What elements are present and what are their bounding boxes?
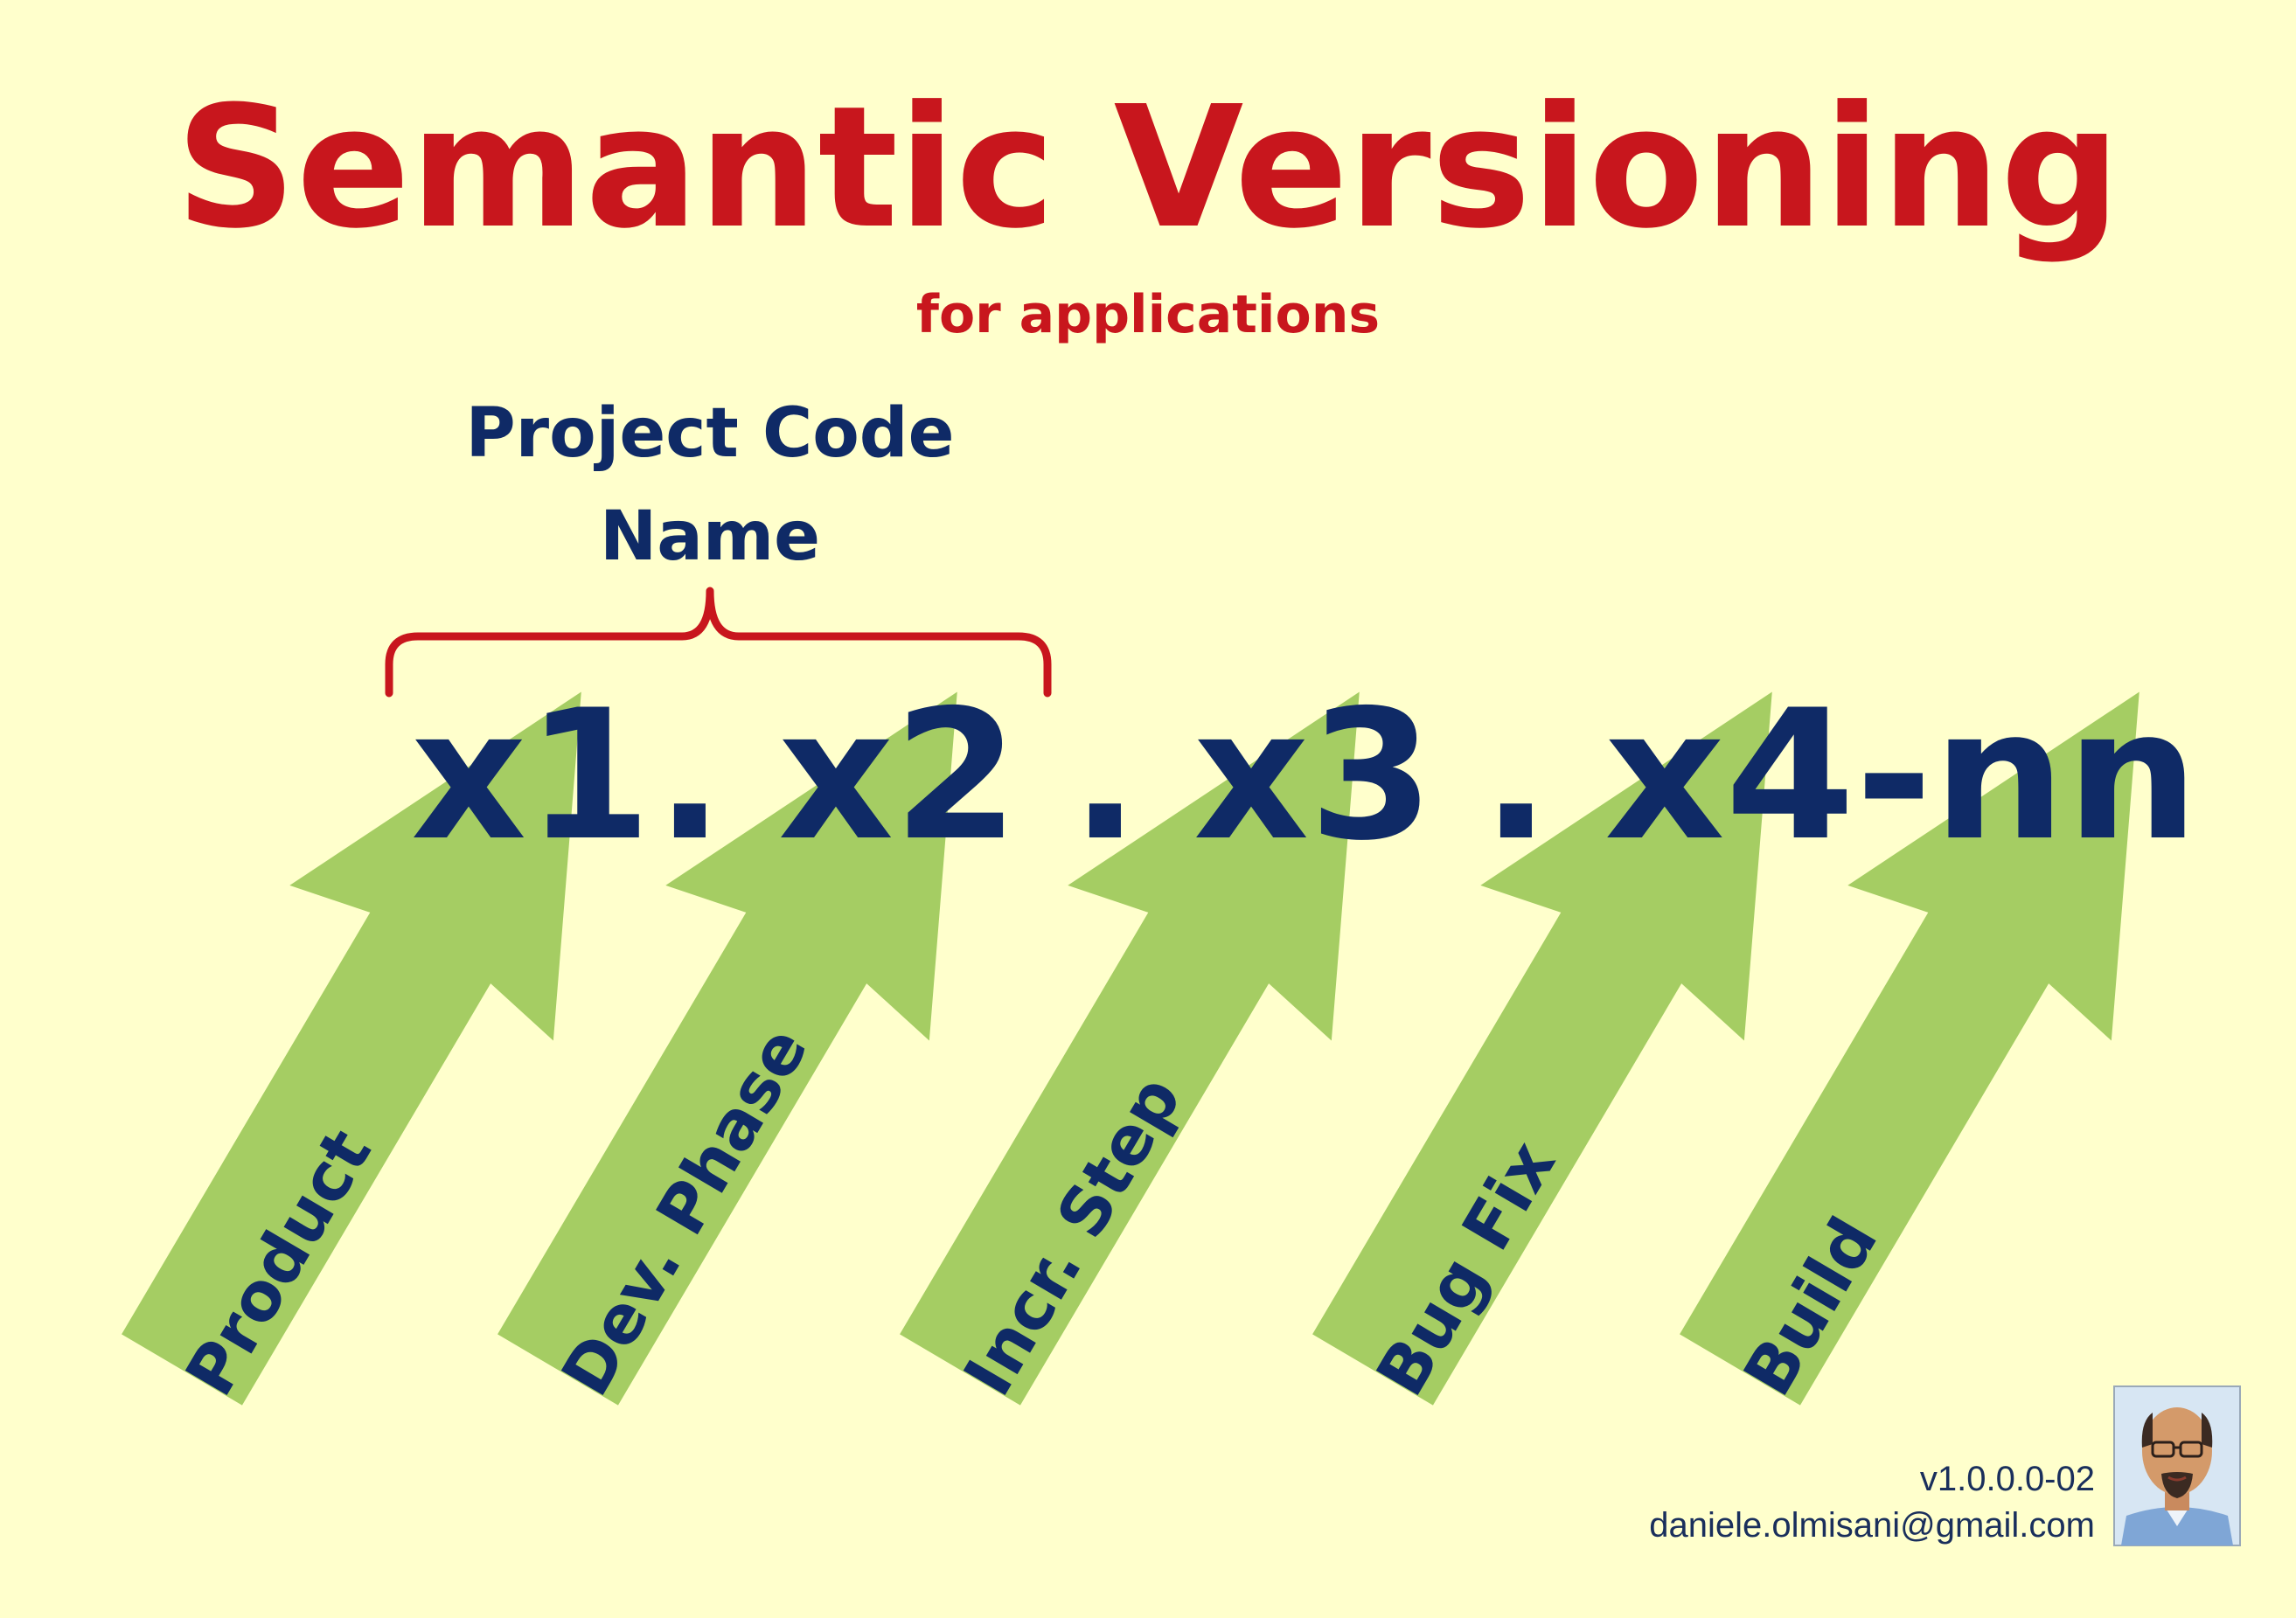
version-part-x4-nn: x4-nn bbox=[1604, 672, 2199, 880]
version-separator-3: . bbox=[1482, 672, 1550, 880]
version-separator-1: . bbox=[656, 672, 724, 880]
version-part-x2: x2 bbox=[778, 672, 1019, 880]
footer-version: v1.0.0.0-02 bbox=[1920, 1460, 2095, 1498]
version-separator-2: . bbox=[1071, 672, 1139, 880]
version-part-x3: x3 bbox=[1193, 672, 1434, 880]
project-label-line-1: Project Code bbox=[465, 394, 954, 473]
page-title: Semantic Versioning bbox=[176, 71, 2121, 266]
project-label-line-2: Name bbox=[600, 497, 820, 576]
version-part-x1: x1 bbox=[411, 672, 651, 880]
version-format: x1 . x2 . x3 . x4-nn bbox=[411, 672, 2199, 880]
page-subtitle: for applications bbox=[916, 284, 1380, 345]
avatar bbox=[2113, 1385, 2241, 1546]
footer-email: daniele.olmisani@gmail.com bbox=[1649, 1506, 2095, 1545]
diagram-canvas: Semantic Versioning for applications Pro… bbox=[122, 71, 2241, 1546]
